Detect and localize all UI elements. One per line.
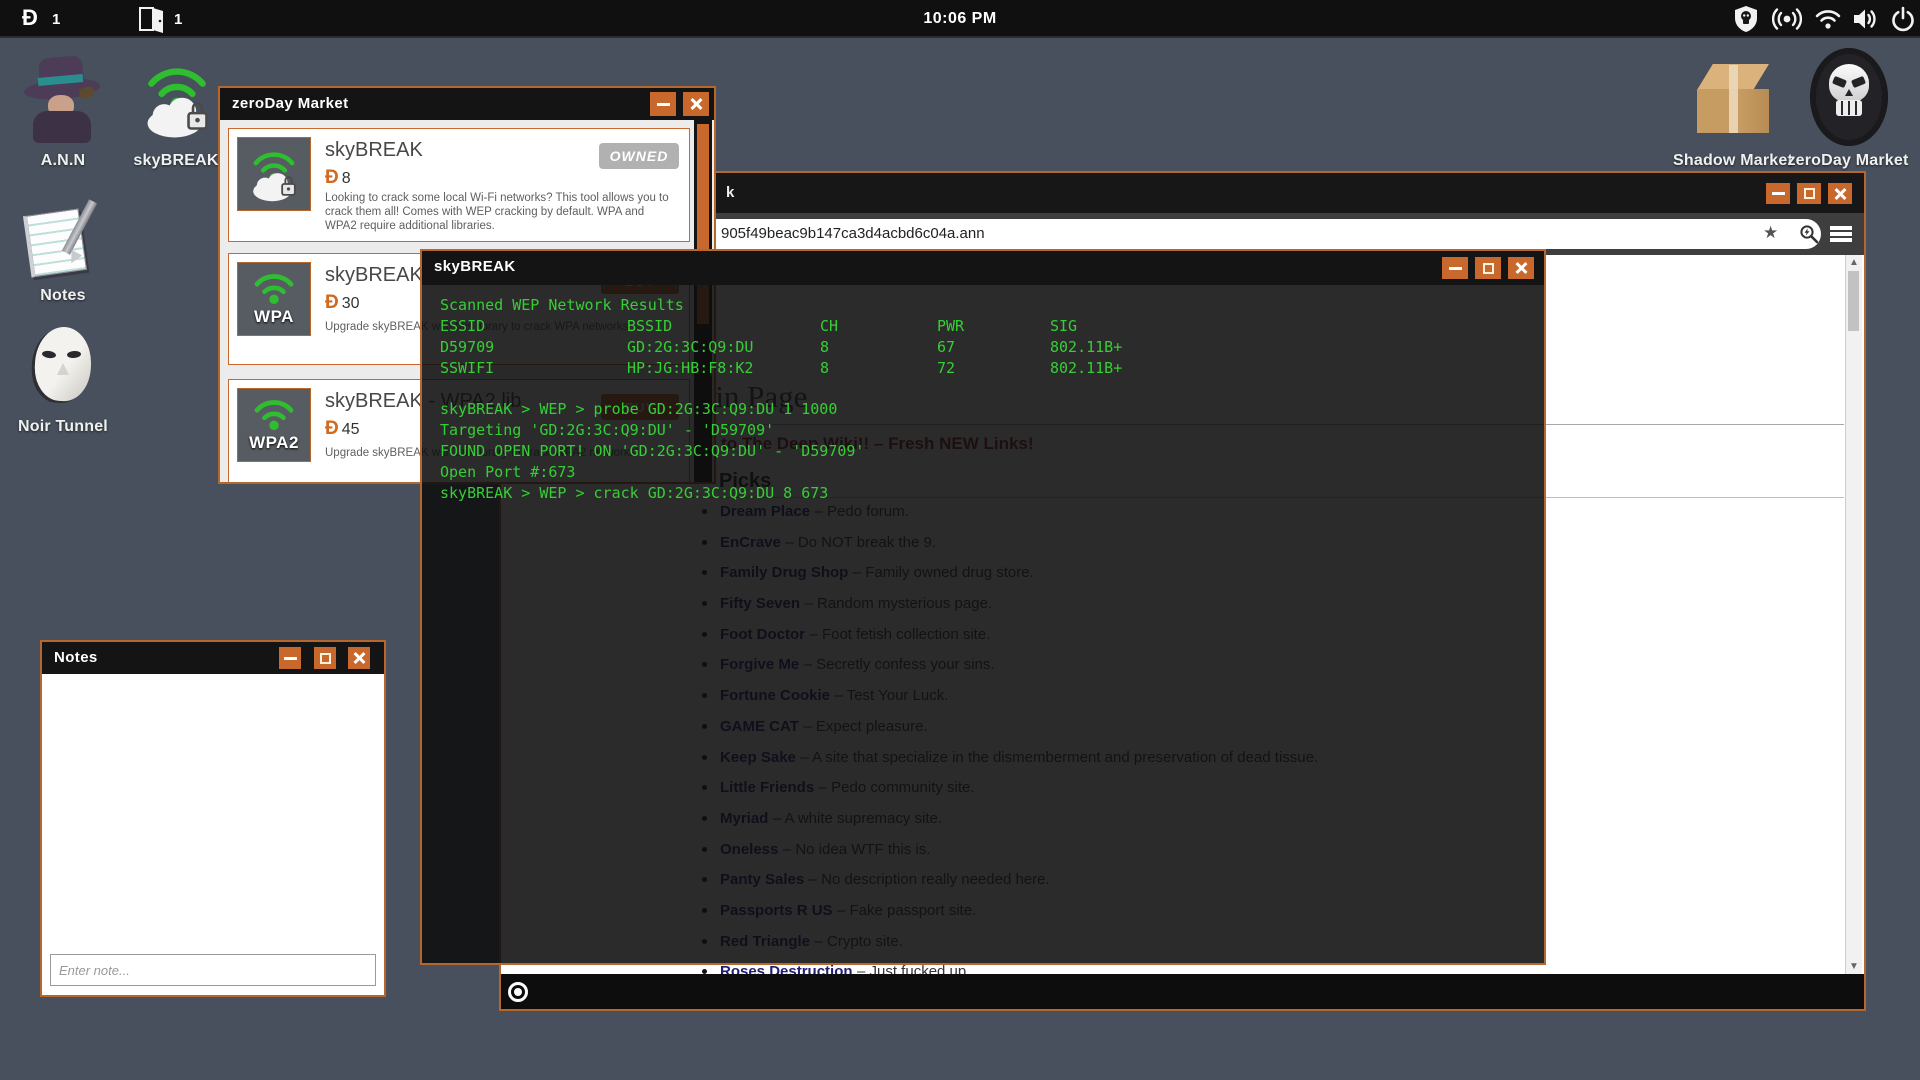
shield-skull-icon[interactable]: [1733, 5, 1759, 38]
menu-hamburger-icon[interactable]: [1830, 226, 1852, 242]
desktop-icon-notes[interactable]: [22, 199, 103, 286]
notes-maximize-button[interactable]: [314, 647, 336, 669]
browser-maximize-button[interactable]: [1797, 183, 1821, 204]
item-price: Đ 45: [325, 418, 360, 439]
doscoin-icon: Đ: [22, 5, 38, 30]
url-text: 905f49beac9b147ca3d4acbd6c04a.ann: [721, 225, 985, 242]
browser-minimize-button[interactable]: [1766, 183, 1790, 204]
market-window-title: zeroDay Market: [232, 95, 349, 112]
volume-icon[interactable]: [1852, 6, 1880, 37]
item-price: Đ8: [325, 167, 351, 188]
note-input[interactable]: [50, 954, 376, 986]
desktop-label-zeroday-market[interactable]: zeroDay Market: [1783, 152, 1913, 170]
box-tape: [1729, 65, 1738, 133]
market-item-skybreak: skyBREAK Đ8 Looking to crack some local …: [228, 128, 690, 242]
item-description: Looking to crack some local Wi-Fi networ…: [325, 192, 669, 232]
desktop-icon-zeroday-market[interactable]: [1810, 48, 1888, 146]
browser-title: k: [726, 184, 735, 201]
door-count: 1: [174, 11, 183, 28]
coin-icon: Đ: [325, 418, 339, 439]
power-icon[interactable]: [1890, 6, 1916, 37]
terminal-response: Open Port #:673: [440, 463, 576, 481]
record-indicator-icon: [508, 982, 528, 1002]
browser-close-button[interactable]: [1828, 183, 1852, 204]
wpa-item-icon: WPA: [237, 262, 311, 336]
terminal-close-button[interactable]: [1508, 257, 1534, 279]
browser-scrollbar[interactable]: ▲ ▼: [1845, 255, 1862, 974]
terminal-response: Targeting 'GD:2G:3C:Q9:DU' - 'D59709': [440, 421, 775, 439]
terminal-window-title: skyBREAK: [434, 258, 516, 275]
network-bssid: HP:JG:HB:F8:K2: [627, 359, 754, 377]
mask-nose: [57, 363, 69, 375]
skull-teeth: [1836, 101, 1862, 115]
desktop-label-shadow-market[interactable]: Shadow Market: [1668, 152, 1798, 170]
search-icon[interactable]: [1799, 224, 1819, 249]
terminal-output: Scanned WEP Network Results ESSID BSSID …: [422, 285, 1544, 963]
coin-icon: Đ: [325, 292, 339, 313]
notes-window: Notes: [40, 640, 386, 997]
ann-coat: [33, 111, 91, 143]
desktop-icon-ann[interactable]: [21, 53, 105, 149]
terminal-minimize-button[interactable]: [1442, 257, 1468, 279]
terminal-titlebar[interactable]: skyBREAK: [422, 251, 1544, 285]
owned-badge: OWNED: [599, 143, 679, 169]
network-essid: SSWIFI: [440, 359, 495, 377]
door-icon: [138, 5, 168, 38]
notes-window-title: Notes: [54, 649, 98, 666]
market-close-button[interactable]: [683, 92, 709, 116]
broadcast-icon[interactable]: [1772, 5, 1802, 38]
network-essid: D59709: [440, 338, 495, 356]
terminal-response: FOUND OPEN PORT! ON 'GD:2G:3C:Q9:DU' - '…: [440, 442, 865, 460]
wpa2-icon-label: WPA2: [249, 433, 299, 452]
desktop-icon-skybreak[interactable]: [136, 58, 218, 145]
url-input[interactable]: 905f49beac9b147ca3d4acbd6c04a.ann ★: [531, 219, 1821, 249]
terminal-maximize-button[interactable]: [1475, 257, 1501, 279]
doscoin-balance: 1: [52, 11, 61, 28]
scroll-down-arrow[interactable]: ▼: [1846, 961, 1862, 972]
desktop-label-noir-tunnel[interactable]: Noir Tunnel: [0, 418, 128, 436]
desktop-icon-noir-tunnel[interactable]: [33, 325, 97, 405]
bookmark-star-icon[interactable]: ★: [1763, 223, 1778, 243]
desktop-icon-shadow-market[interactable]: [1691, 60, 1777, 138]
system-top-bar: Đ 1 1 10:06 PM: [0, 0, 1920, 38]
terminal-command: skyBREAK > WEP > crack GD:2G:3C:Q9:DU 8 …: [440, 484, 829, 502]
skybreak-item-icon: [237, 137, 311, 211]
notes-close-button[interactable]: [348, 647, 370, 669]
wpa2-item-icon: WPA2: [237, 388, 311, 462]
terminal-scan-title: Scanned WEP Network Results: [440, 296, 684, 314]
item-title: skyBREAK: [325, 139, 423, 161]
clock: 10:06 PM: [923, 10, 997, 27]
wpa-icon-label: WPA: [254, 307, 294, 326]
coin-icon: Đ: [325, 167, 339, 188]
browser-status-bar: [501, 974, 1864, 1009]
market-titlebar[interactable]: zeroDay Market: [220, 88, 714, 120]
terminal-window: skyBREAK Scanned WEP Network Results ESS…: [420, 249, 1546, 965]
terminal-command: skyBREAK > WEP > probe GD:2G:3C:Q9:DU 1 …: [440, 400, 838, 418]
skybreak-cloud-wifi-lock-icon: [136, 58, 218, 140]
notes-minimize-button[interactable]: [279, 647, 301, 669]
item-price: Đ 30: [325, 292, 360, 313]
market-minimize-button[interactable]: [650, 92, 676, 116]
desktop-label-notes[interactable]: Notes: [0, 287, 128, 305]
notes-titlebar[interactable]: Notes: [42, 642, 384, 674]
scroll-up-arrow[interactable]: ▲: [1846, 257, 1862, 268]
wifi-icon[interactable]: [1814, 7, 1842, 36]
desktop-label-ann[interactable]: A.N.N: [0, 152, 128, 170]
network-bssid: GD:2G:3C:Q9:DU: [627, 338, 754, 356]
scroll-thumb[interactable]: [1848, 271, 1859, 331]
